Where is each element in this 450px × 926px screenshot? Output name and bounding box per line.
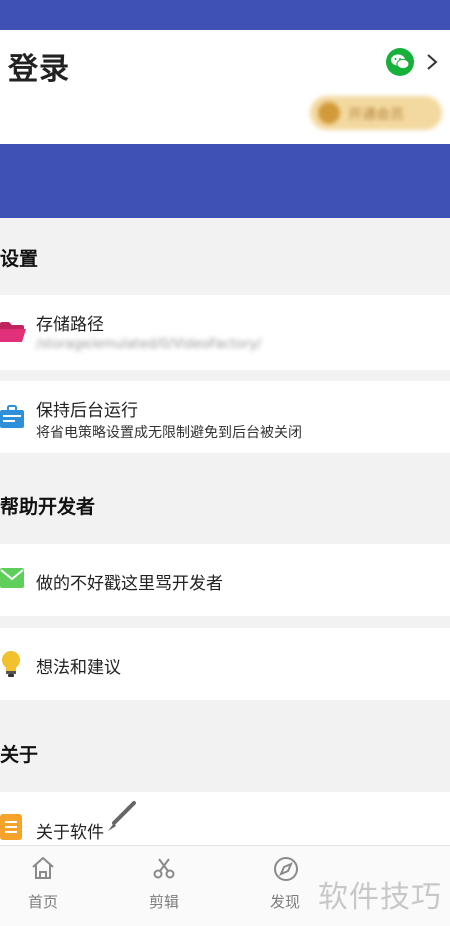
nav-edit[interactable]: 剪辑 [124,846,204,926]
nav-discover-label: 发现 [269,893,300,911]
keep-alive-title: 保持后台运行 [36,401,138,421]
mail-icon [0,568,24,588]
wechat-icon[interactable] [386,48,414,76]
login-title[interactable]: 登录 [8,44,70,88]
section-title-help: 帮助开发者 [0,496,96,518]
ideas-row[interactable]: 想法和建议 [0,628,450,700]
nav-home[interactable]: 首页 [3,846,83,926]
nav-home-label: 首页 [27,893,58,911]
ideas-title: 想法和建议 [36,658,121,678]
storage-path-row[interactable]: 存储路径 /storage/emulated/0/VideoFactory/ [0,295,450,370]
about-software-row[interactable]: 关于软件 [0,792,450,845]
pencil-cursor-icon [108,801,136,831]
briefcase-icon [0,405,24,428]
coin-icon [318,102,340,124]
lightbulb-icon [2,651,20,677]
section-title-settings: 设置 [0,248,39,270]
storage-path-title: 存储路径 [36,315,104,335]
nav-discover[interactable]: 发现 [245,846,325,926]
vip-button-label: 开通会员 [348,107,404,123]
watermark-text: 软件技巧 [318,880,442,915]
feedback-title: 做的不好戳这里骂开发者 [36,574,223,594]
folder-icon [0,322,26,342]
keep-alive-subtitle: 将省电策略设置成无限制避免到后台被关闭 [36,425,302,441]
keep-alive-row[interactable]: 保持后台运行 将省电策略设置成无限制避免到后台被关闭 [0,381,450,453]
home-icon [32,857,54,879]
document-icon [0,814,22,840]
vip-button[interactable]: 开通会员 [310,96,442,130]
chevron-right-icon[interactable] [424,50,440,74]
section-title-about: 关于 [0,744,39,766]
about-software-title: 关于软件 [36,823,104,843]
storage-path-value: /storage/emulated/0/VideoFactory/ [36,337,262,352]
nav-edit-label: 剪辑 [148,893,179,911]
compass-icon [274,857,298,881]
feedback-row[interactable]: 做的不好戳这里骂开发者 [0,544,450,616]
scissors-icon [153,858,175,879]
